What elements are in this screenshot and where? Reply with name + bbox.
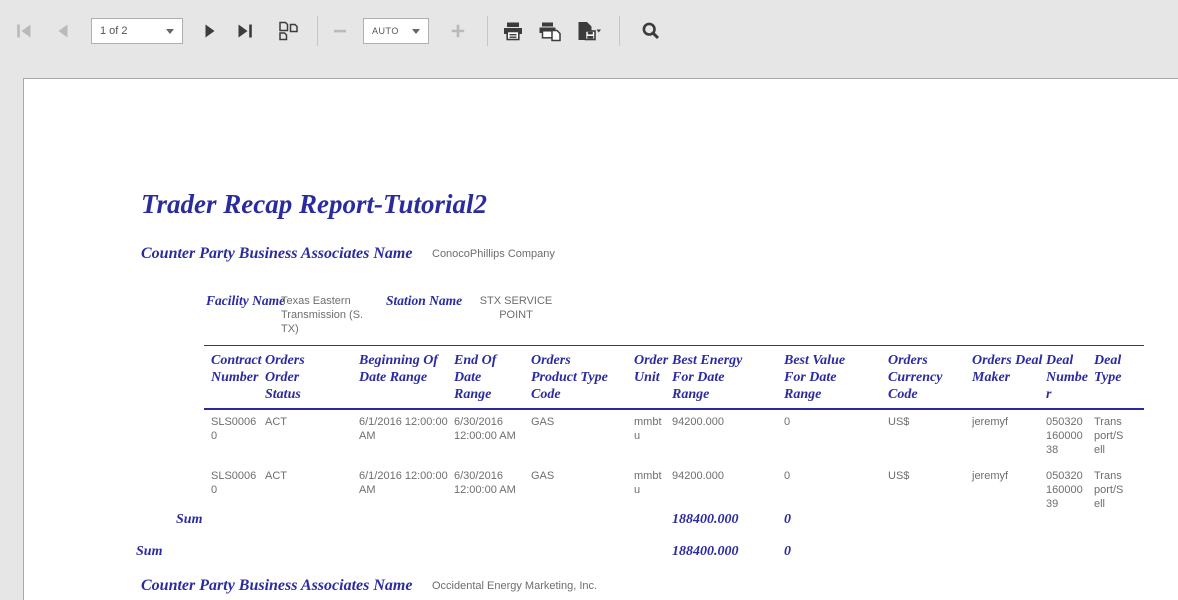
first-page-icon: [15, 22, 33, 40]
counter-party-row-2: Counter Party Business Associates Name O…: [141, 577, 412, 595]
multiple-pages-view-button[interactable]: [275, 16, 303, 46]
cell-best-energy: 94200.000: [669, 409, 781, 464]
column-header: Beginning Of Date Range: [356, 346, 451, 410]
station-name-value: STX SERVICE POINT: [464, 294, 568, 322]
column-header: End Of Date Range: [451, 346, 528, 410]
cell-product-type: GAS: [528, 464, 631, 511]
column-header: Contract Number: [204, 346, 262, 410]
cell-deal-maker: jeremyf: [969, 464, 1043, 511]
column-header: Orders Product Type Code: [528, 346, 631, 410]
cell-best-value: 0: [781, 464, 885, 511]
report-page: Trader Recap Report-Tutorial2 Counter Pa…: [23, 78, 1178, 600]
cell-deal-type: Transport/Sell: [1091, 464, 1144, 511]
group-sum-best-value: 0: [784, 512, 791, 528]
column-header: Best Value For Date Range: [781, 346, 885, 410]
cell-beginning-date: 6/1/2016 12:00:00 AM: [356, 409, 451, 464]
cell-order-status: ACT: [262, 409, 356, 464]
cell-currency-code: US$: [885, 464, 969, 511]
zoom-out-icon: [332, 22, 348, 40]
orders-table: Contract Number Orders Order Status Begi…: [204, 345, 1144, 511]
first-page-button[interactable]: [13, 16, 35, 46]
cell-order-status: ACT: [262, 464, 356, 511]
toolbar-separator: [619, 16, 620, 46]
report-viewer: 1 of 2: [0, 0, 1178, 600]
print-page-button[interactable]: [536, 16, 564, 46]
counter-party-label: Counter Party Business Associates Name: [141, 577, 412, 594]
last-page-icon: [236, 22, 254, 40]
group-sum-label: Sum: [176, 512, 202, 528]
counter-party-label: Counter Party Business Associates Name: [141, 245, 412, 262]
cell-best-value: 0: [781, 409, 885, 464]
cell-order-unit: mmbtu: [631, 409, 669, 464]
export-icon: [575, 21, 601, 42]
page-number-value: 1 of 2: [100, 25, 128, 37]
cell-end-date: 6/30/2016 12:00:00 AM: [451, 409, 528, 464]
zoom-out-button[interactable]: [330, 16, 350, 46]
report-toolbar: 1 of 2: [0, 0, 1178, 62]
export-button[interactable]: [573, 16, 603, 46]
report-sum-best-value: 0: [784, 544, 791, 560]
zoom-in-button[interactable]: [447, 16, 469, 46]
previous-page-icon: [54, 22, 72, 40]
table-row: SLS00060 ACT 6/1/2016 12:00:00 AM 6/30/2…: [204, 464, 1144, 511]
print-page-icon: [538, 21, 562, 42]
cell-best-energy: 94200.000: [669, 464, 781, 511]
group-sum-best-energy: 188400.000: [672, 512, 739, 528]
multiple-pages-view-icon: [277, 21, 301, 41]
cell-contract-number: SLS00060: [204, 409, 262, 464]
column-header: Deal Type: [1091, 346, 1144, 410]
next-page-icon: [201, 22, 219, 40]
counter-party-row-1: Counter Party Business Associates Name C…: [141, 245, 412, 263]
cell-deal-number: 05032016000038: [1043, 409, 1091, 464]
report-sum-label: Sum: [136, 544, 162, 560]
table-header-row: Contract Number Orders Order Status Begi…: [204, 346, 1144, 410]
cell-currency-code: US$: [885, 409, 969, 464]
counter-party-value: ConocoPhillips Company: [432, 247, 555, 261]
zoom-level-select[interactable]: AUTO: [363, 18, 429, 44]
column-header: Deal Number: [1043, 346, 1091, 410]
toolbar-separator: [487, 16, 488, 46]
counter-party-value: Occidental Energy Marketing, Inc.: [432, 579, 597, 593]
column-header: Orders Currency Code: [885, 346, 969, 410]
facility-name-value: Texas Eastern Transmission (S. TX): [281, 294, 369, 336]
column-header: Orders Order Status: [262, 346, 356, 410]
page-number-select[interactable]: 1 of 2: [91, 18, 183, 44]
column-header: Orders Deal Maker: [969, 346, 1043, 410]
cell-beginning-date: 6/1/2016 12:00:00 AM: [356, 464, 451, 511]
search-icon: [641, 21, 661, 41]
report-title: Trader Recap Report-Tutorial2: [141, 189, 487, 220]
chevron-down-icon: [412, 29, 420, 34]
zoom-level-value: AUTO: [372, 26, 399, 36]
zoom-in-icon: [449, 22, 467, 40]
toolbar-separator: [317, 16, 318, 46]
cell-order-unit: mmbtu: [631, 464, 669, 511]
column-header: Order Unit: [631, 346, 669, 410]
column-header: Best Energy For Date Range: [669, 346, 781, 410]
cell-deal-maker: jeremyf: [969, 409, 1043, 464]
chevron-down-icon: [166, 29, 174, 34]
search-button[interactable]: [639, 16, 663, 46]
cell-deal-type: Transport/Sell: [1091, 409, 1144, 464]
cell-contract-number: SLS00060: [204, 464, 262, 511]
cell-product-type: GAS: [528, 409, 631, 464]
print-button[interactable]: [500, 16, 526, 46]
facility-name-label: Facility Name: [206, 293, 285, 309]
cell-end-date: 6/30/2016 12:00:00 AM: [451, 464, 528, 511]
station-name-label: Station Name: [386, 293, 462, 309]
print-icon: [502, 21, 524, 42]
cell-deal-number: 05032016000039: [1043, 464, 1091, 511]
last-page-button[interactable]: [234, 16, 256, 46]
report-sum-best-energy: 188400.000: [672, 544, 739, 560]
table-row: SLS00060 ACT 6/1/2016 12:00:00 AM 6/30/2…: [204, 409, 1144, 464]
previous-page-button[interactable]: [52, 16, 74, 46]
next-page-button[interactable]: [199, 16, 221, 46]
